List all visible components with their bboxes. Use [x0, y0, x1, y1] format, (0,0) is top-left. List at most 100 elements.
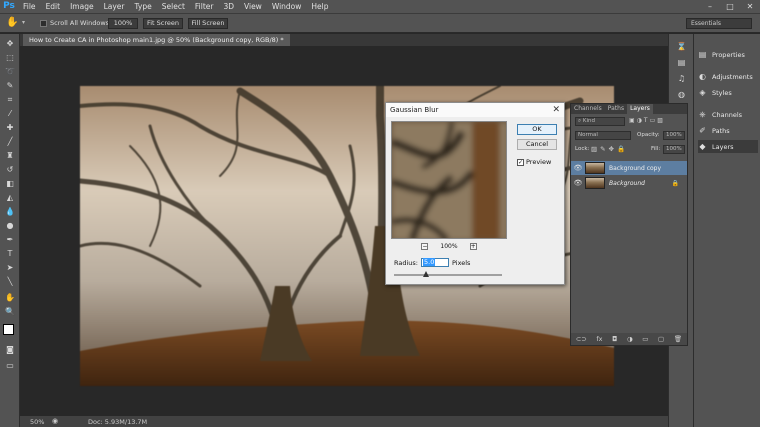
menu-bar: Ps File Edit Image Layer Type Select Fil…: [0, 0, 760, 13]
crop-tool-icon[interactable]: ⌗: [3, 94, 17, 106]
scroll-all-windows-option[interactable]: Scroll All Windows: [40, 19, 109, 27]
screen-mode-icon[interactable]: ▭: [3, 360, 17, 372]
menu-type[interactable]: Type: [130, 0, 157, 13]
zoom-in-button[interactable]: +: [469, 243, 477, 250]
zoom-level[interactable]: 50%: [30, 418, 44, 426]
panel-adjustments[interactable]: ◐ Adjustments: [698, 70, 758, 83]
kind-filter-select[interactable]: ⌕ Kind: [575, 117, 625, 126]
scroll-all-checkbox[interactable]: [40, 19, 47, 27]
layer-style-icon[interactable]: fx: [596, 335, 602, 343]
layer-row-background[interactable]: 👁 Background 🔒: [571, 176, 687, 190]
menu-file[interactable]: File: [18, 0, 41, 13]
panel-paths-label: Paths: [712, 126, 730, 135]
foreground-color-swatch[interactable]: [3, 324, 14, 335]
close-icon[interactable]: ✕: [552, 103, 560, 117]
marquee-tool-icon[interactable]: ⬚: [3, 52, 17, 64]
status-bar: 50% ◉ Doc: 5.93M/13.7M: [20, 416, 668, 427]
color-icon[interactable]: ◍: [675, 90, 688, 101]
eraser-tool-icon[interactable]: ◧: [3, 178, 17, 190]
radius-unit: Pixels: [452, 258, 471, 267]
new-group-icon[interactable]: ▭: [642, 335, 648, 343]
visibility-eye-icon[interactable]: 👁: [571, 179, 585, 187]
tab-channels[interactable]: Channels: [571, 104, 605, 114]
dodge-tool-icon[interactable]: ●: [3, 220, 17, 232]
visibility-eye-icon[interactable]: 👁: [571, 164, 585, 172]
panel-channels[interactable]: ⎈ Channels: [698, 108, 758, 121]
menu-edit[interactable]: Edit: [41, 0, 66, 13]
radius-row: Radius: 5.0 Pixels: [394, 258, 470, 267]
hand-tool-icon[interactable]: ✋: [6, 17, 18, 28]
layers-panel: Channels Paths Layers ⌕ Kind ▣◑T▭▧ Norma…: [570, 103, 688, 346]
path-selection-tool-icon[interactable]: ➤: [3, 262, 17, 274]
new-layer-icon[interactable]: ▢: [658, 335, 664, 343]
history-icon[interactable]: ⌛: [675, 42, 688, 53]
shape-tool-icon[interactable]: ╲: [3, 276, 17, 288]
radius-input[interactable]: 5.0: [421, 258, 449, 267]
workspace-select[interactable]: Essentials: [686, 18, 752, 29]
photoshop-logo: Ps: [3, 1, 15, 11]
tab-layers[interactable]: Layers: [627, 104, 653, 114]
zoom-out-button[interactable]: −: [421, 243, 429, 250]
libraries-icon[interactable]: ♫: [675, 74, 688, 85]
panel-paths[interactable]: ✐ Paths: [698, 124, 758, 137]
zoom-tool-icon[interactable]: 🔍: [3, 306, 17, 318]
healing-brush-tool-icon[interactable]: ✚: [3, 122, 17, 134]
ok-button[interactable]: OK: [517, 124, 557, 135]
quick-select-tool-icon[interactable]: ✎: [3, 80, 17, 92]
preview-option[interactable]: ✓ Preview: [517, 158, 551, 166]
trash-icon[interactable]: 🗑: [674, 335, 682, 343]
tool-preset-dropdown-icon[interactable]: ▾: [22, 19, 25, 26]
close-button[interactable]: ✕: [740, 0, 760, 13]
tab-paths[interactable]: Paths: [605, 104, 627, 114]
clone-stamp-tool-icon[interactable]: ♜: [3, 150, 17, 162]
panel-properties[interactable]: ▤ Properties: [698, 48, 758, 61]
paint-bucket-tool-icon[interactable]: ◭: [3, 192, 17, 204]
opacity-field[interactable]: 100%: [663, 131, 685, 140]
menu-3d[interactable]: 3D: [218, 0, 239, 13]
panel-styles[interactable]: ◈ Styles: [698, 86, 758, 99]
fit-screen-button[interactable]: Fit Screen: [143, 18, 183, 29]
lasso-tool-icon[interactable]: ➰: [3, 66, 17, 78]
preview-label: Preview: [526, 158, 552, 166]
cancel-button[interactable]: Cancel: [517, 139, 557, 150]
minimize-button[interactable]: –: [700, 0, 720, 13]
blur-tool-icon[interactable]: 💧: [3, 206, 17, 218]
link-layers-icon[interactable]: ⊂⊃: [576, 335, 587, 343]
blur-preview[interactable]: [391, 121, 507, 239]
radius-slider-thumb[interactable]: [423, 271, 430, 277]
status-menu-icon[interactable]: ◉: [52, 417, 58, 425]
menu-help[interactable]: Help: [306, 0, 333, 13]
paths-icon: ✐: [699, 126, 706, 135]
document-tab[interactable]: How to Create CA in Photoshop main1.jpg …: [23, 34, 290, 46]
fill-screen-button[interactable]: Fill Screen: [188, 18, 228, 29]
lock-icons[interactable]: ▨✎✥🔒: [591, 145, 628, 153]
zoom-100-button[interactable]: 100%: [108, 18, 138, 29]
hand-tool-icon[interactable]: ✋: [3, 292, 17, 304]
document-tab-bar: How to Create CA in Photoshop main1.jpg …: [20, 34, 668, 46]
menu-filter[interactable]: Filter: [190, 0, 219, 13]
panel-layers[interactable]: ◆ Layers: [698, 140, 758, 153]
pen-tool-icon[interactable]: ✒: [3, 234, 17, 246]
properties-icon: ▤: [698, 50, 707, 59]
menu-select[interactable]: Select: [157, 0, 190, 13]
fill-field[interactable]: 100%: [663, 145, 685, 154]
menu-window[interactable]: Window: [267, 0, 307, 13]
eyedropper-tool-icon[interactable]: ⁄: [3, 108, 17, 120]
filter-icons[interactable]: ▣◑T▭▧: [629, 117, 665, 124]
maximize-button[interactable]: □: [720, 0, 740, 13]
layer-row-background-copy[interactable]: 👁 Background copy: [571, 161, 687, 175]
type-tool-icon[interactable]: T: [3, 248, 17, 260]
move-tool-icon[interactable]: ✥: [3, 38, 17, 50]
brush-tool-icon[interactable]: ╱: [3, 136, 17, 148]
menu-layer[interactable]: Layer: [99, 0, 130, 13]
menu-image[interactable]: Image: [65, 0, 99, 13]
radius-slider-track[interactable]: [394, 274, 502, 276]
properties-panel-icon[interactable]: ▤: [675, 58, 688, 69]
add-mask-icon[interactable]: ◘: [612, 335, 617, 343]
adjustment-layer-icon[interactable]: ◑: [627, 335, 633, 343]
blend-mode-select[interactable]: Normal: [575, 131, 631, 140]
quick-mask-icon[interactable]: ◙: [3, 344, 17, 356]
menu-view[interactable]: View: [239, 0, 267, 13]
preview-checkbox[interactable]: ✓: [517, 158, 524, 166]
history-brush-tool-icon[interactable]: ↺: [3, 164, 17, 176]
